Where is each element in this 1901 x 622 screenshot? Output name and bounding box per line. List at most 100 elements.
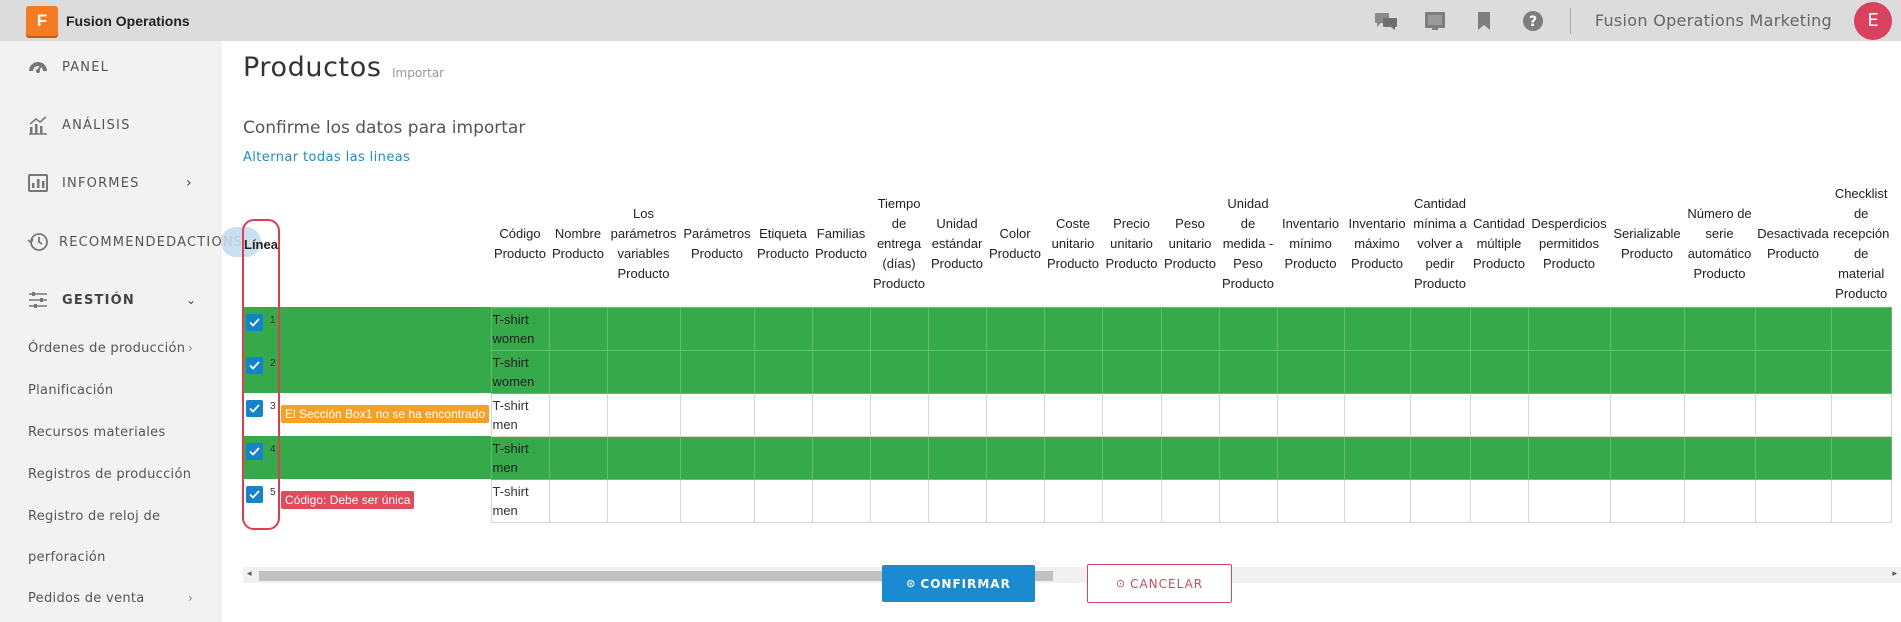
table-cell: [1830, 349, 1892, 394]
sidebar-subitem[interactable]: Registros de producción: [28, 467, 191, 482]
divider: [1569, 7, 1571, 34]
table-cell: [1683, 349, 1756, 394]
column-header: Etiqueta Producto: [756, 226, 810, 262]
check-circle-icon: ⊙: [906, 577, 917, 590]
table-cell: [1469, 478, 1529, 523]
table-row[interactable]: 4 T-shirt men: [243, 435, 1892, 480]
table-row[interactable]: 1 T-shirt women: [243, 306, 1892, 351]
presentation-icon[interactable]: [1423, 9, 1447, 33]
table-cell: [1276, 392, 1345, 437]
sidebar-subitem[interactable]: Recursos materiales: [28, 425, 166, 440]
sidebar-item-label: PANEL: [62, 59, 110, 75]
table-cell: [811, 478, 871, 523]
table-cell: [1409, 392, 1471, 437]
sidebar-item-panel[interactable]: PANEL: [0, 52, 222, 82]
error-badge: El Sección Box1 no se ha encontrado: [281, 405, 490, 423]
table-cell: [1409, 435, 1471, 480]
table-cell: [1830, 478, 1892, 523]
column-header: Peso unitario Producto: [1163, 216, 1217, 272]
sidebar-subitem[interactable]: Órdenes de producción: [28, 341, 185, 356]
scroll-left-icon[interactable]: ◂: [247, 569, 252, 579]
table-cell: [1276, 349, 1345, 394]
confirm-button-label: CONFIRMAR: [920, 576, 1011, 591]
table-cell: [679, 478, 755, 523]
table-cell: [606, 349, 681, 394]
table-cell: [753, 478, 813, 523]
table-cell: [927, 435, 987, 480]
column-header: Código Producto: [493, 226, 547, 262]
table-cell: [1043, 349, 1103, 394]
top-bar: F Fusion Operations ? Fusion Operations …: [0, 0, 1901, 41]
column-header: Desperdicios permitidos Producto: [1531, 216, 1607, 272]
table-cell: [1101, 435, 1162, 480]
table-cell: [606, 435, 681, 480]
column-header: Número de serie automático Producto: [1687, 206, 1752, 282]
table-cell: [1218, 435, 1278, 480]
table-cell: [811, 306, 871, 351]
table-cell: [1683, 435, 1756, 480]
table-cell: [1609, 306, 1685, 351]
table-cell: [1469, 435, 1529, 480]
table-cell: [1609, 392, 1685, 437]
sidebar-item-analisis[interactable]: ANÁLISIS: [0, 110, 222, 140]
table-cell: [1469, 392, 1529, 437]
app-logo[interactable]: F: [26, 5, 58, 36]
page-title: Productos: [243, 52, 382, 83]
sidebar-subitem[interactable]: Registro de reloj de: [28, 509, 160, 524]
table-row[interactable]: 3 El Sección Box1 no se ha encontrado T-sh…: [243, 392, 1892, 437]
speedometer-icon: [29, 62, 47, 73]
table-header-row: Línea Código Producto Nombre Producto Lo…: [243, 182, 1891, 307]
code-cell: T-shirt men: [490, 392, 550, 437]
toggle-all-lines-link[interactable]: Alternar todas las lineas: [243, 150, 410, 165]
column-header: Coste unitario Producto: [1046, 216, 1100, 272]
table-cell: [1101, 478, 1162, 523]
table-cell: [985, 435, 1045, 480]
horizontal-scrollbar[interactable]: ◂ ▸: [243, 567, 1901, 583]
table-cell: [1754, 478, 1832, 523]
import-table-wrapper[interactable]: Línea Código Producto Nombre Producto Lo…: [243, 182, 1901, 567]
sidebar-item-label: INFORMES: [62, 175, 140, 191]
main-content: Productos Importar Confirme los datos pa…: [222, 41, 1901, 622]
column-header: Inventario mínimo Producto: [1281, 216, 1340, 272]
table-cell: [548, 306, 608, 351]
chevron-down-icon: ⌄: [186, 293, 197, 307]
sidebar-item-label: ANÁLISIS: [62, 117, 131, 133]
table-cell: [927, 349, 987, 394]
bookmark-icon[interactable]: [1472, 9, 1496, 33]
table-cell: [753, 435, 813, 480]
avatar[interactable]: E: [1854, 1, 1892, 40]
chevron-right-icon: ›: [188, 341, 193, 355]
cancel-button[interactable]: ⊙ CANCELAR: [1087, 564, 1232, 603]
help-icon[interactable]: ?: [1521, 9, 1545, 33]
table-cell: [1830, 392, 1892, 437]
table-cell: [1343, 478, 1411, 523]
code-cell: T-shirt women: [490, 306, 550, 351]
table-cell: [1160, 392, 1220, 437]
table-cell: [753, 306, 813, 351]
line-cell: 3 El Sección Box1 no se ha encontrado: [243, 393, 491, 436]
table-cell: [548, 478, 608, 523]
sidebar-subitem[interactable]: perforación: [28, 550, 106, 565]
table-row[interactable]: 5 Código: Debe ser única T-shirt men: [243, 478, 1892, 523]
sidebar-item-gestion[interactable]: GESTIÓN ⌄: [0, 285, 222, 315]
table-cell: [1043, 392, 1103, 437]
table-cell: [1043, 478, 1103, 523]
line-cell: 5 Código: Debe ser única: [243, 479, 491, 522]
confirm-button[interactable]: ⊙ CONFIRMAR: [882, 565, 1035, 602]
sidebar-subitem[interactable]: Planificación: [28, 383, 113, 398]
sidebar-subitem[interactable]: Pedidos de venta: [28, 591, 145, 606]
table-row[interactable]: 2 T-shirt women: [243, 349, 1892, 394]
table-cell: [679, 306, 755, 351]
org-name[interactable]: Fusion Operations Marketing: [1595, 11, 1832, 30]
chat-icon[interactable]: [1374, 9, 1398, 33]
table-cell: [1043, 306, 1103, 351]
sidebar-item-recommendedactions[interactable]: RECOMMENDEDACTIONS: [0, 227, 242, 257]
line-cell: 1: [243, 307, 491, 350]
column-header: Precio unitario Producto: [1105, 216, 1158, 272]
sidebar-item-informes[interactable]: INFORMES ›: [0, 168, 222, 198]
table-cell: [1754, 435, 1832, 480]
column-header: Tiempo de entrega (días) Producto: [872, 196, 926, 292]
chevron-right-icon: ›: [188, 591, 193, 605]
history-icon: [27, 233, 48, 251]
scroll-right-icon[interactable]: ▸: [1892, 569, 1897, 579]
